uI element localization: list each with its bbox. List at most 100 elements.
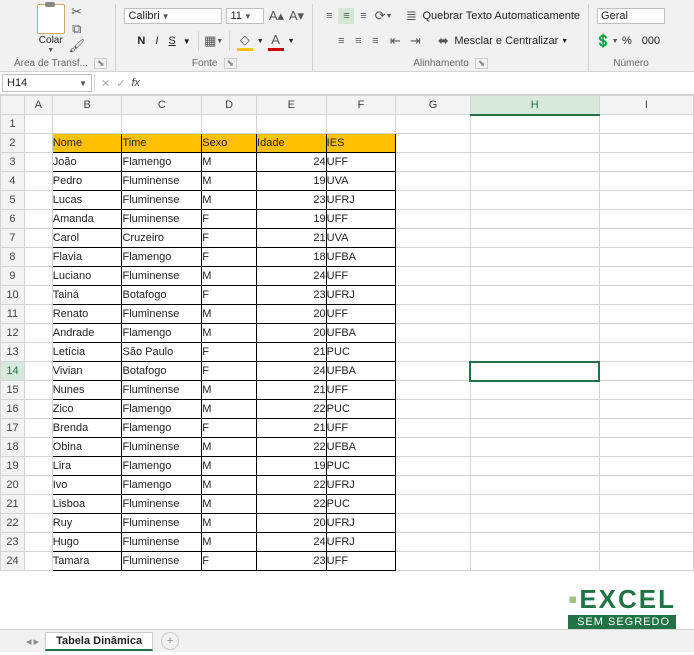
- cell[interactable]: [599, 533, 693, 552]
- cell[interactable]: [470, 457, 599, 476]
- row-header[interactable]: 5: [1, 191, 25, 210]
- cell[interactable]: [470, 172, 599, 191]
- cell[interactable]: M: [202, 514, 257, 533]
- cell[interactable]: Sexo: [202, 134, 257, 153]
- cell[interactable]: F: [202, 419, 257, 438]
- cell[interactable]: UFRJ: [326, 286, 396, 305]
- cell[interactable]: UVA: [326, 229, 396, 248]
- cell[interactable]: [470, 324, 599, 343]
- cell[interactable]: [396, 400, 470, 419]
- cell[interactable]: João: [52, 153, 122, 172]
- cell[interactable]: [599, 115, 693, 134]
- cell[interactable]: [599, 476, 693, 495]
- bold-button[interactable]: N: [134, 34, 148, 48]
- cell[interactable]: [599, 134, 693, 153]
- align-bottom-icon[interactable]: ≡: [355, 8, 371, 24]
- cell[interactable]: [470, 115, 599, 134]
- cell[interactable]: Ruy: [52, 514, 122, 533]
- cell[interactable]: Botafogo: [122, 286, 202, 305]
- cell[interactable]: UFF: [326, 552, 396, 571]
- cell[interactable]: [470, 381, 599, 400]
- cell[interactable]: 19: [257, 457, 327, 476]
- tab-prev-icon[interactable]: ◂: [26, 635, 32, 648]
- cell[interactable]: 20: [257, 514, 327, 533]
- align-center-icon[interactable]: ≡: [350, 33, 366, 49]
- cell[interactable]: UFRJ: [326, 514, 396, 533]
- decrease-font-icon[interactable]: A▾: [288, 8, 304, 24]
- cell[interactable]: [599, 229, 693, 248]
- cell[interactable]: Nunes: [52, 381, 122, 400]
- cell[interactable]: 21: [257, 419, 327, 438]
- cell[interactable]: M: [202, 153, 257, 172]
- cell[interactable]: M: [202, 381, 257, 400]
- cell[interactable]: [24, 229, 52, 248]
- cell[interactable]: [24, 191, 52, 210]
- cell[interactable]: [470, 305, 599, 324]
- col-header[interactable]: H: [470, 96, 599, 115]
- cell[interactable]: Ivo: [52, 476, 122, 495]
- wrap-text-button[interactable]: ≣ Quebrar Texto Automaticamente: [403, 8, 580, 24]
- cell[interactable]: [470, 191, 599, 210]
- cell[interactable]: [24, 533, 52, 552]
- cell[interactable]: 19: [257, 172, 327, 191]
- cell[interactable]: Flamengo: [122, 419, 202, 438]
- cell[interactable]: [396, 172, 470, 191]
- sheet-tab[interactable]: Tabela Dinâmica: [45, 632, 153, 651]
- cell[interactable]: [599, 457, 693, 476]
- cell[interactable]: Vivian: [52, 362, 122, 381]
- row-header[interactable]: 23: [1, 533, 25, 552]
- cell[interactable]: [396, 324, 470, 343]
- cell[interactable]: [52, 115, 122, 134]
- cell[interactable]: [470, 267, 599, 286]
- row-header[interactable]: 15: [1, 381, 25, 400]
- row-header[interactable]: 24: [1, 552, 25, 571]
- cell[interactable]: [24, 172, 52, 191]
- add-sheet-button[interactable]: +: [161, 632, 179, 650]
- cell[interactable]: [24, 305, 52, 324]
- clipboard-launcher[interactable]: ⬊: [94, 58, 108, 69]
- row-header[interactable]: 11: [1, 305, 25, 324]
- cell[interactable]: 23: [257, 552, 327, 571]
- cell[interactable]: [470, 419, 599, 438]
- cell[interactable]: F: [202, 286, 257, 305]
- col-header[interactable]: D: [202, 96, 257, 115]
- cell[interactable]: [24, 514, 52, 533]
- cell[interactable]: Fluminense: [122, 552, 202, 571]
- cell[interactable]: PUC: [326, 457, 396, 476]
- cell[interactable]: Nome: [52, 134, 122, 153]
- cell[interactable]: M: [202, 476, 257, 495]
- cell[interactable]: M: [202, 400, 257, 419]
- cell[interactable]: F: [202, 210, 257, 229]
- cell[interactable]: Fluminense: [122, 172, 202, 191]
- row-header[interactable]: 22: [1, 514, 25, 533]
- cell[interactable]: [24, 362, 52, 381]
- font-size-dropdown[interactable]: 11▼: [226, 8, 264, 24]
- cell[interactable]: [599, 552, 693, 571]
- row-header[interactable]: 3: [1, 153, 25, 172]
- font-color-icon[interactable]: A: [268, 32, 284, 51]
- cell[interactable]: 24: [257, 533, 327, 552]
- cell[interactable]: [24, 438, 52, 457]
- align-left-icon[interactable]: ≡: [333, 33, 349, 49]
- row-header[interactable]: 4: [1, 172, 25, 191]
- cell[interactable]: [396, 305, 470, 324]
- cell[interactable]: Pedro: [52, 172, 122, 191]
- cell[interactable]: Hugo: [52, 533, 122, 552]
- cell[interactable]: 24: [257, 362, 327, 381]
- row-header[interactable]: 10: [1, 286, 25, 305]
- underline-button[interactable]: S: [165, 34, 178, 48]
- cell[interactable]: UFRJ: [326, 191, 396, 210]
- align-middle-icon[interactable]: ≡: [338, 8, 354, 24]
- row-header[interactable]: 14: [1, 362, 25, 381]
- cell[interactable]: Tamara: [52, 552, 122, 571]
- cell[interactable]: [396, 115, 470, 134]
- cell[interactable]: Flamengo: [122, 400, 202, 419]
- cell[interactable]: [599, 514, 693, 533]
- alignment-launcher[interactable]: ⬊: [475, 58, 489, 69]
- cell[interactable]: Renato: [52, 305, 122, 324]
- row-header[interactable]: 12: [1, 324, 25, 343]
- cell[interactable]: [470, 495, 599, 514]
- cell[interactable]: [24, 153, 52, 172]
- cell[interactable]: [470, 514, 599, 533]
- cell[interactable]: Botafogo: [122, 362, 202, 381]
